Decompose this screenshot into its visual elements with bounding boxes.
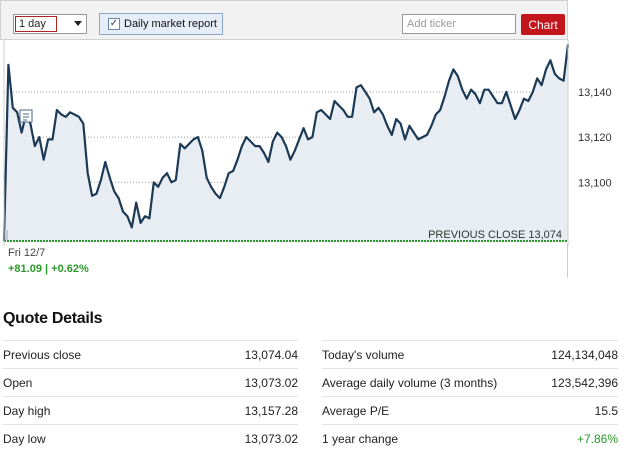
chevron-down-icon — [74, 21, 82, 26]
row-label: Open — [3, 368, 179, 397]
table-row: Day low 13,073.02 — [3, 424, 298, 452]
add-ticker-input[interactable] — [402, 14, 516, 34]
chart-footer: Fri 12/7 +81.09 | +0.62% — [4, 244, 568, 278]
row-label: Previous close — [3, 340, 179, 369]
row-value: 123,542,396 — [536, 368, 618, 397]
row-label: Today's volume — [322, 340, 537, 369]
row-label: Day low — [3, 424, 179, 452]
previous-close-label: PREVIOUS CLOSE 13,074 — [428, 229, 562, 241]
time-range-select[interactable]: 1 day — [13, 14, 87, 34]
news-marker-icon[interactable] — [19, 109, 33, 123]
row-value: +7.86% — [536, 424, 618, 452]
row-label: Day high — [3, 396, 179, 425]
session-date: Fri 12/7 — [8, 247, 46, 259]
chart-button[interactable]: Chart — [521, 14, 565, 35]
row-label: Average P/E — [322, 396, 537, 425]
scroll-handle[interactable] — [5, 230, 8, 240]
row-value: 15.5 — [536, 396, 618, 425]
table-row: Open 13,073.02 — [3, 368, 298, 397]
daily-report-toggle[interactable]: ✓ Daily market report — [99, 13, 223, 35]
price-chart: 13,140 13,120 13,100 PREVIOUS CLOSE 13,074 — [2, 40, 612, 246]
chart-toolbar: 1 day ✓ Daily market report Chart — [0, 0, 568, 40]
row-value: 124,134,048 — [536, 340, 618, 369]
time-range-value: 1 day — [15, 16, 57, 32]
table-row: Average daily volume (3 months) 123,542,3… — [322, 368, 618, 397]
row-value: 13,157.28 — [178, 396, 298, 425]
table-row: Day high 13,157.28 — [3, 396, 298, 425]
table-row: Average P/E 15.5 — [322, 396, 618, 425]
quote-details-title: Quote Details — [3, 310, 103, 327]
y-tick-label: 13,140 — [578, 87, 612, 99]
table-row: 1 year change +7.86% — [322, 424, 618, 452]
y-tick-label: 13,120 — [578, 132, 612, 144]
row-label: Average daily volume (3 months) — [322, 368, 537, 397]
row-value: 13,073.02 — [178, 424, 298, 452]
daily-report-label: Daily market report — [124, 18, 217, 30]
checkbox-checked-icon[interactable]: ✓ — [108, 18, 120, 30]
quote-table-left: Previous close 13,074.04 Open 13,073.02 Da… — [3, 340, 298, 452]
y-tick-label: 13,100 — [578, 177, 612, 189]
row-label: 1 year change — [322, 424, 537, 452]
row-value: 13,074.04 — [178, 340, 298, 369]
row-value: 13,073.02 — [178, 368, 298, 397]
table-row: Previous close 13,074.04 — [3, 340, 298, 369]
quote-table-right: Today's volume 124,134,048 Average daily … — [322, 340, 618, 452]
table-row: Today's volume 124,134,048 — [322, 340, 618, 369]
day-change: +81.09 | +0.62% — [8, 263, 89, 275]
